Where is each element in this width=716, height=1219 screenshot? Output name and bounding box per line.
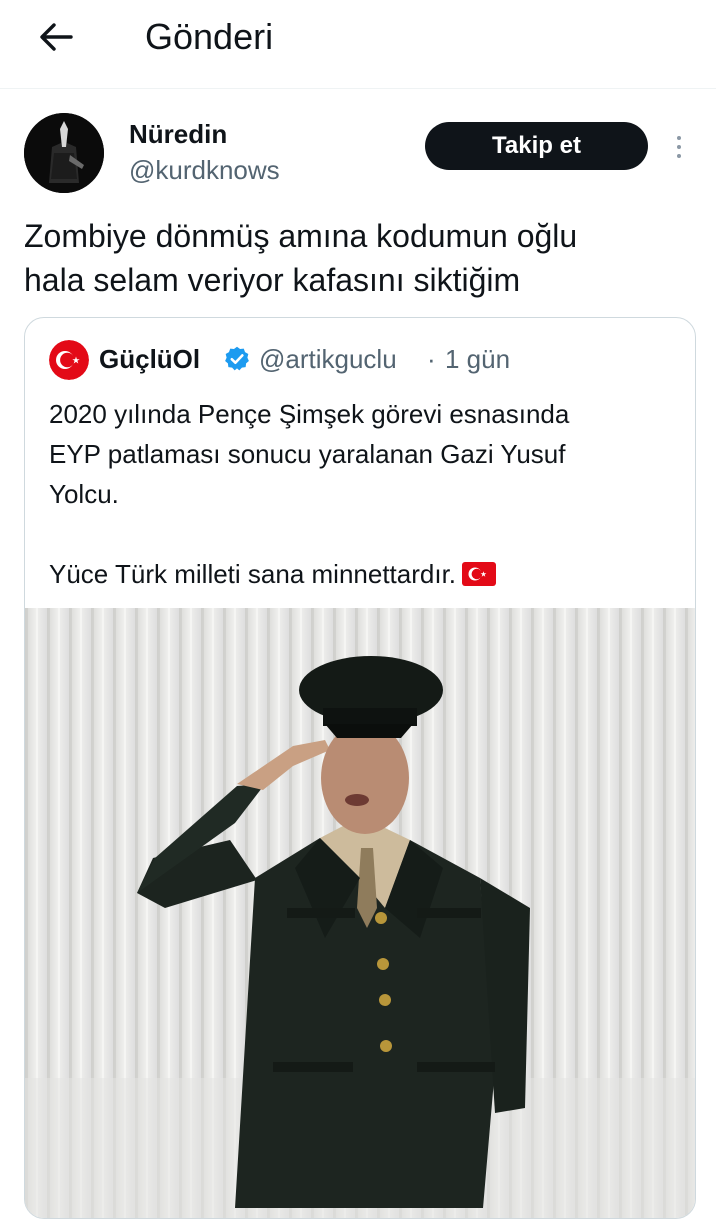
- quote-text: 2020 yılında Pençe Şimşek görevi esnasın…: [49, 394, 679, 594]
- quote-timestamp[interactable]: 1 gün: [445, 343, 510, 375]
- separator-dot: ·: [427, 344, 436, 374]
- top-bar: Gönderi: [0, 0, 716, 89]
- quote-author-handle[interactable]: @artikguclu: [259, 343, 397, 375]
- author-handle[interactable]: @kurdknows: [129, 153, 280, 187]
- quote-text-line: Yolcu.: [49, 479, 119, 509]
- avatar-image: [24, 113, 104, 193]
- quote-author-name[interactable]: GüçlüOl: [99, 343, 200, 375]
- post-text-line: Zombiye dönmüş amına kodumun oğlu: [24, 218, 578, 254]
- soldier-salute-photo: [25, 608, 695, 1218]
- more-vertical-icon: [677, 136, 681, 140]
- quote-text-line: EYP patlaması sonucu yaralanan Gazi Yusu…: [49, 439, 566, 469]
- quoted-post-card[interactable]: GüçlüOl @artikguclu · 1 gün 2020 yılında…: [24, 317, 696, 1219]
- avatar[interactable]: [24, 113, 104, 193]
- quote-text-line: Yüce Türk milleti sana minnettardır.: [49, 559, 457, 589]
- turkey-flag-icon: [462, 562, 497, 586]
- quote-avatar[interactable]: [49, 340, 89, 380]
- post-text: Zombiye dönmüş amına kodumun oğlu hala s…: [24, 214, 694, 302]
- back-button[interactable]: [30, 14, 82, 60]
- author-name[interactable]: Nüredin: [129, 118, 227, 150]
- more-options-button[interactable]: [666, 130, 692, 164]
- post-photo[interactable]: [25, 608, 695, 1218]
- arrow-left-icon: [40, 23, 73, 51]
- quote-text-line: 2020 yılında Pençe Şimşek görevi esnasın…: [49, 399, 570, 429]
- quote-text-line-with-flag: Yüce Türk milleti sana minnettardır.: [49, 554, 679, 594]
- turkey-flag-avatar-icon: [49, 340, 89, 380]
- page-title: Gönderi: [145, 16, 274, 57]
- post-text-line: hala selam veriyor kafasını siktiğim: [24, 262, 521, 298]
- follow-button[interactable]: Takip et: [425, 122, 648, 170]
- verified-badge-icon: [225, 346, 249, 371]
